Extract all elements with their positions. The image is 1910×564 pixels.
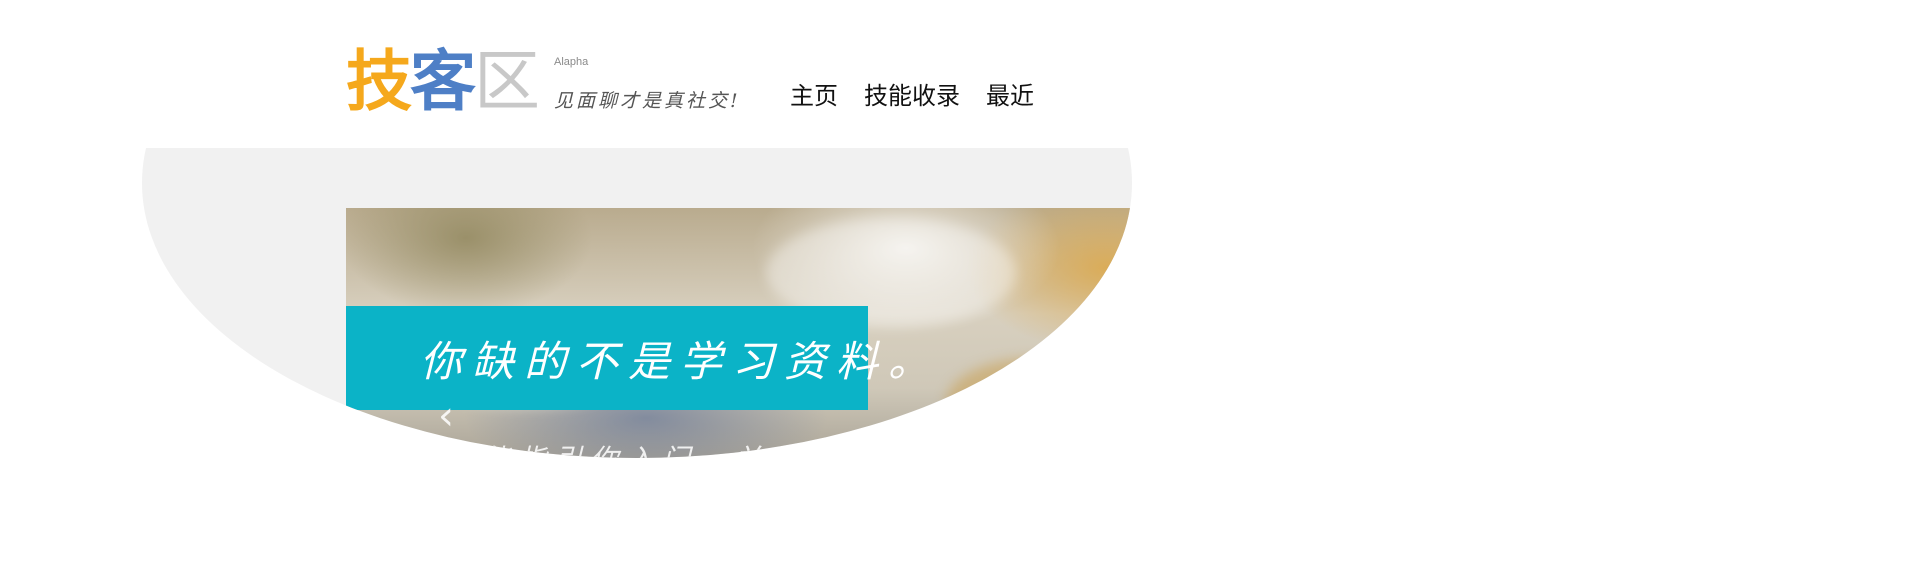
site-header: 技客区 Alapha 见面聊才是真社交! 主页 技能收录 最近 xyxy=(0,0,1910,148)
nav-item-skills[interactable]: 技能收录 xyxy=(864,78,960,114)
site-logo[interactable]: 技客区 Alapha 见面聊才是真社交! xyxy=(346,42,766,122)
chevron-left-icon[interactable]: ‹ xyxy=(438,396,454,436)
banner-photo-blur xyxy=(946,358,1126,448)
nav-item-recent[interactable]: 最近 xyxy=(986,78,1040,114)
version-badge: Alapha xyxy=(554,56,589,68)
nav-item-home[interactable]: 主页 xyxy=(790,78,838,114)
carousel-slide[interactable]: 你缺的不是学习资料。 是能指引你入门，并陪伴你 ‹ xyxy=(346,208,1132,458)
banner-subtitle: 是能指引你入门，并陪伴你 xyxy=(446,438,878,458)
page: 技客区 Alapha 见面聊才是真社交! 主页 技能收录 最近 你缺的不是学习资… xyxy=(0,0,1910,564)
logo-slogan: 见面聊才是真社交! xyxy=(554,90,741,112)
logo-char: 客 xyxy=(410,43,476,120)
logo-char: 区 xyxy=(474,43,540,120)
hero-band: 你缺的不是学习资料。 是能指引你入门，并陪伴你 ‹ xyxy=(142,148,1132,458)
banner-title: 你缺的不是学习资料。 xyxy=(420,337,941,386)
main-nav: 主页 技能收录 最近 xyxy=(790,78,1040,114)
logo-char: 技 xyxy=(346,43,412,120)
logo-wordmark: 技客区 xyxy=(346,42,540,122)
hero-oval-mask: 你缺的不是学习资料。 是能指引你入门，并陪伴你 ‹ xyxy=(142,148,1132,458)
